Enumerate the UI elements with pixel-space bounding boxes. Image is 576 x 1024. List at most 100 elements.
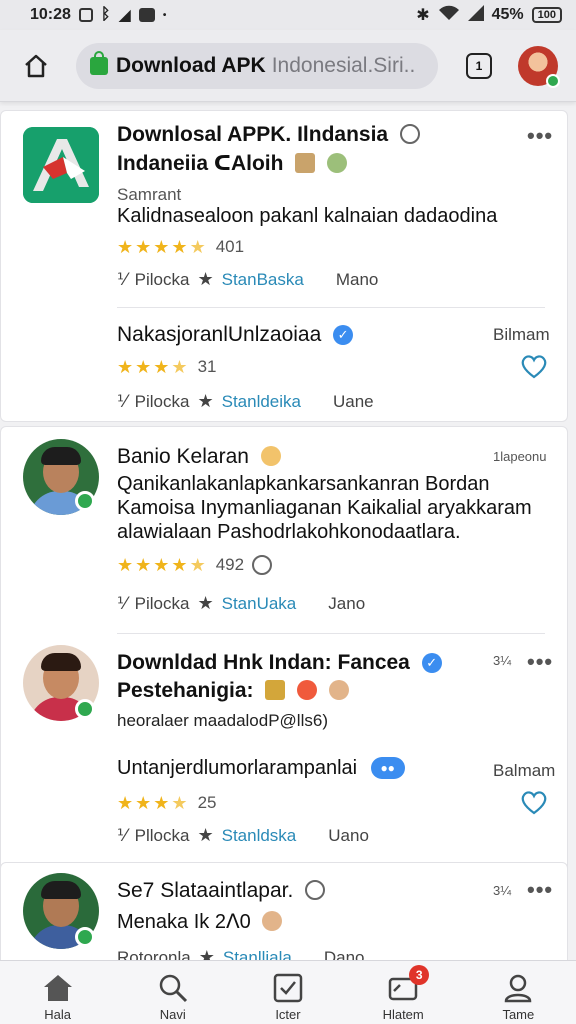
user-post-card[interactable]: Banio Kelaran 1lapeonu Qanikanlakanlapka…	[0, 426, 568, 932]
tabs-button[interactable]: 1	[466, 52, 492, 79]
heart-icon[interactable]	[519, 351, 549, 381]
battery-icon: 100	[531, 7, 562, 23]
online-status-icon	[546, 73, 560, 88]
pick-button[interactable]: Pilocka	[135, 392, 190, 412]
app-post-card[interactable]: Downlosal APPK. Ilndansia Indaneiia ᑕAlo…	[0, 110, 568, 422]
pick-button[interactable]: Pllocka	[135, 826, 190, 846]
verified-icon: ✓	[333, 325, 354, 345]
stan-link[interactable]: StanBaska	[222, 270, 304, 290]
more-link[interactable]: Uane	[333, 392, 374, 412]
nav-home[interactable]: Hala	[8, 971, 108, 1022]
star-icon: ★	[117, 555, 134, 575]
more-link[interactable]: Uano	[328, 826, 369, 846]
post-actions: ⅟ Pilocka ★ StanBaska Mano	[117, 269, 378, 290]
post-title-line2[interactable]: Indaneiia ᑕAloih	[117, 151, 348, 176]
smiley-icon	[252, 555, 273, 575]
status-right: ✱ 45% 100	[416, 4, 562, 26]
emoji-icon	[399, 124, 420, 144]
star-action-icon[interactable]: ★	[197, 391, 213, 412]
reply-title[interactable]: Untanjerdlumorlarampanlai ●●	[117, 757, 405, 780]
stan-link[interactable]: Stanldska	[222, 826, 297, 846]
nav-profile[interactable]: Tame	[468, 971, 568, 1022]
post-author[interactable]: Downldad Hnk Indan: Fancea ✓	[117, 651, 442, 675]
reply-actions: ⅟ Pilocka ★ Stanldeika Uane	[117, 391, 374, 412]
feed: Downlosal APPK. Ilndansia Indaneiia ᑕAlo…	[0, 102, 576, 960]
post-subtitle: Samrant	[117, 185, 182, 204]
user-post-card[interactable]: Se7 Slataaintlapar. 3¼ ••• Menaka Ik 2ᐱ0…	[0, 862, 568, 960]
star-icon: ★	[117, 793, 134, 813]
reply-meta: Bilmam	[493, 325, 550, 344]
bluetooth-icon: ✱	[416, 7, 430, 24]
temple-emoji-icon	[295, 153, 316, 173]
star-icon: ★	[153, 555, 170, 575]
star-icon: ★	[171, 237, 188, 257]
message-icon	[138, 8, 155, 22]
address-bar[interactable]: Download APK Indonesial.Siri..	[76, 42, 438, 89]
reply-title[interactable]: NakasjoranlUnlzaoiaa ✓	[117, 323, 354, 347]
divider	[117, 633, 545, 634]
post-text-line1: Qanikanlakanlapkankarsankanran Bordan	[117, 473, 490, 495]
more-options-icon[interactable]: •••	[527, 649, 553, 675]
image-emoji-icon	[265, 680, 286, 700]
home-button[interactable]	[16, 46, 56, 86]
more-dot-icon: •	[162, 9, 167, 21]
star-action-icon[interactable]: ★	[197, 269, 213, 290]
nav-search[interactable]: Navi	[123, 971, 223, 1022]
person-emoji-icon	[327, 153, 348, 173]
star-icon: ★	[135, 357, 152, 377]
heart-icon[interactable]	[519, 787, 549, 817]
status-left: 10:28 ᛒ ◢ •	[30, 5, 166, 25]
post-handle: heoralaer maadalodP@lls6)	[117, 711, 328, 730]
chat-badge-icon: ●●	[370, 757, 405, 779]
bluetooth-status-icon: ᛒ	[100, 6, 111, 23]
more-link[interactable]: Mano	[336, 270, 379, 290]
stan-link[interactable]: Stanlliala	[223, 948, 292, 961]
rating-count: 492	[215, 555, 245, 574]
star-icon: ★	[171, 555, 188, 575]
star-action-icon[interactable]: ★	[197, 825, 213, 846]
stan-link[interactable]: StanUaka	[222, 594, 297, 614]
nav-label: Navi	[159, 1007, 186, 1022]
rating-count: 401	[215, 237, 245, 256]
post-time: 1lapeonu	[493, 449, 547, 464]
star-action-icon[interactable]: ★	[197, 593, 213, 614]
profile-avatar[interactable]	[518, 45, 560, 88]
post-actions: ⅟ Pllocka ★ Stanldska Uano	[117, 825, 369, 846]
browser-toolbar: Download APK Indonesial.Siri.. 1	[0, 30, 576, 102]
star-icon: ★	[117, 357, 134, 377]
smiley-icon	[305, 880, 326, 900]
post-author[interactable]: Se7 Slataaintlapar.	[117, 879, 326, 903]
post-text-line2: Kamoisa Inymanliaganan Kaikalial aryakka…	[117, 497, 532, 519]
nav-tasks[interactable]: Icter	[238, 971, 338, 1022]
person-icon	[505, 974, 532, 1003]
post-title[interactable]: Downlosal APPK. Ilndansia	[117, 123, 420, 147]
pick-button[interactable]: Pilocka	[135, 270, 190, 290]
post-time: 3¼	[493, 653, 512, 668]
post-author[interactable]: Banio Kelaran	[117, 445, 281, 469]
post-title-line2: Pestehanigia:	[117, 679, 350, 703]
more-options-icon[interactable]: •••	[527, 877, 553, 903]
nav-notifications[interactable]: 3 Hlatem	[353, 965, 453, 1022]
post-actions: ⅟ Pilocka ★ StanUaka Jano	[117, 593, 365, 614]
cell-signal-icon	[467, 4, 484, 26]
online-badge-icon	[75, 927, 95, 947]
star-icon: ★	[135, 555, 152, 575]
nav-label: Icter	[275, 1007, 301, 1022]
pick-button[interactable]: Rotoronla	[117, 948, 191, 961]
app-logo-icon[interactable]	[23, 127, 99, 203]
pick-icon: ⅟	[117, 269, 127, 289]
more-link[interactable]: Jano	[328, 594, 365, 614]
wifi-icon	[438, 5, 460, 26]
url-domain: Download APK	[116, 53, 266, 77]
more-link[interactable]: Dano	[324, 948, 365, 961]
rating-stars: ★ ★ ★ ★ 25	[117, 793, 216, 813]
nav-label: Hlatem	[382, 1007, 424, 1022]
pick-button[interactable]: Pilocka	[135, 594, 190, 614]
more-options-icon[interactable]: •••	[527, 123, 553, 149]
star-action-icon[interactable]: ★	[199, 947, 215, 960]
status-bar: 10:28 ᛒ ◢ • ✱ 45% 100	[0, 0, 576, 30]
pick-icon: ⅟	[117, 825, 127, 845]
stan-link[interactable]: Stanldeika	[222, 392, 301, 412]
face-emoji-icon	[262, 911, 283, 931]
url-path: Indonesial.Siri..	[271, 53, 416, 77]
